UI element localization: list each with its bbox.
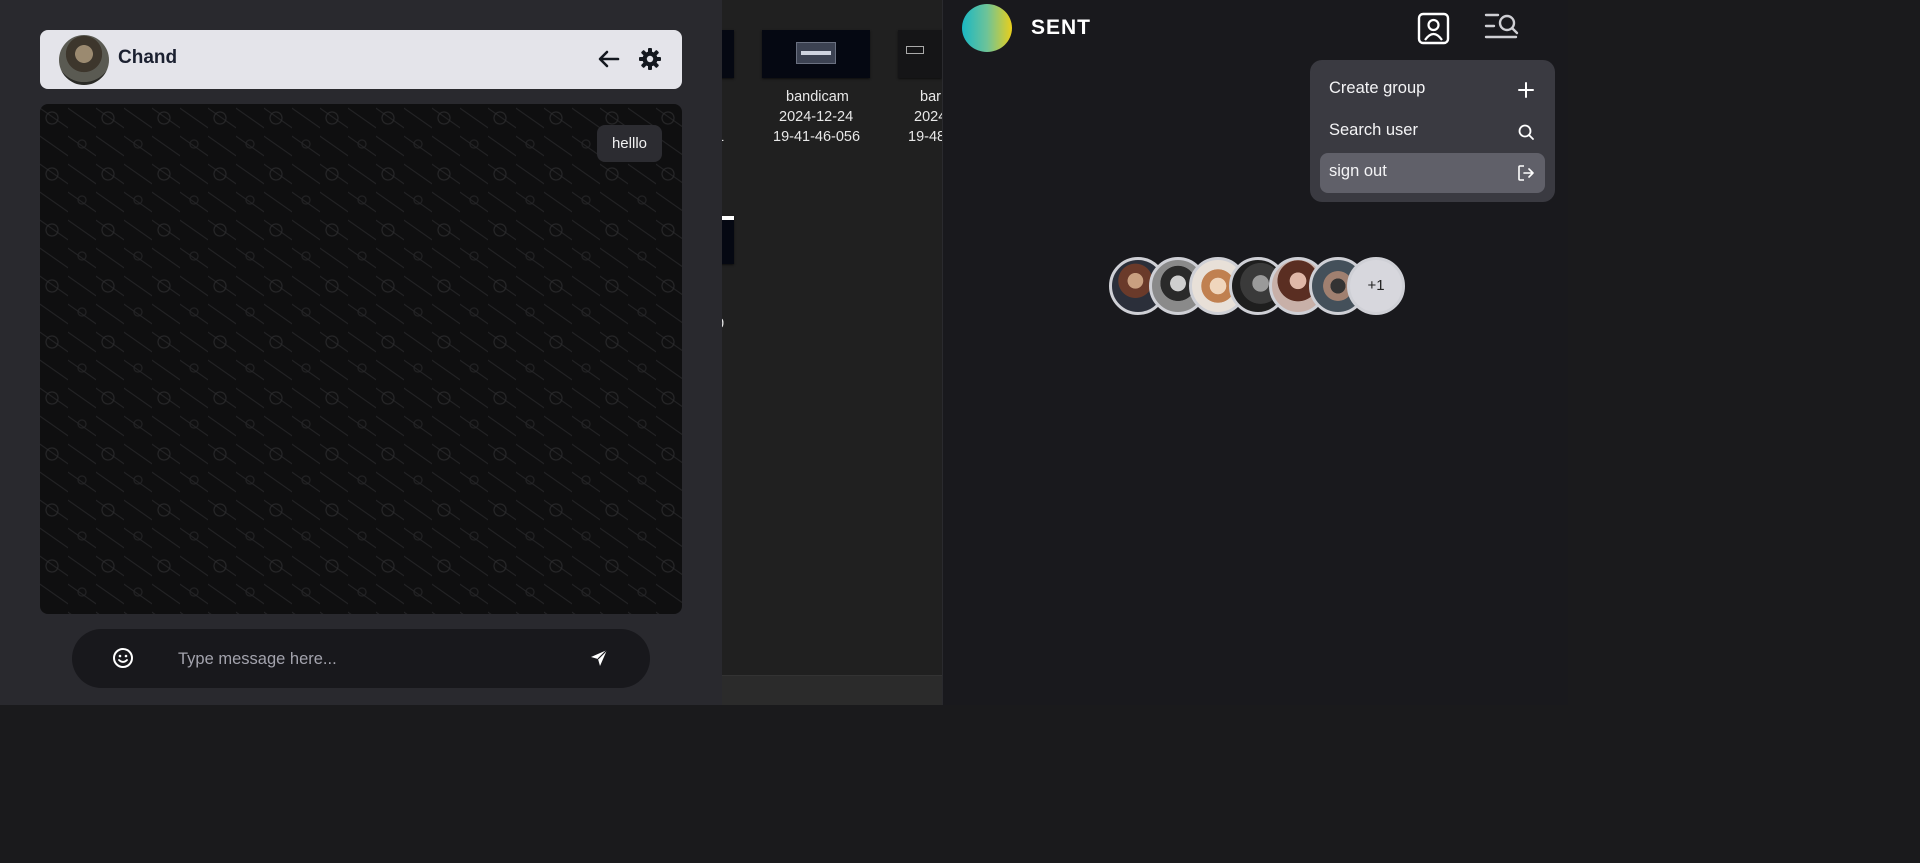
file-date: 2024 xyxy=(914,109,942,125)
chat-header: Chand xyxy=(40,30,682,89)
emoji-button[interactable] xyxy=(112,647,134,669)
menu-search-icon xyxy=(1484,13,1519,39)
menu-item-sign-out[interactable]: sign out xyxy=(1320,153,1545,193)
plus-icon xyxy=(1518,82,1534,98)
file-label-partial: 1 xyxy=(722,127,724,147)
sign-out-icon xyxy=(1518,165,1534,181)
back-button[interactable] xyxy=(596,46,622,72)
settings-button[interactable] xyxy=(638,47,662,71)
message-composer xyxy=(72,629,650,688)
thumbnail-dialog xyxy=(796,42,836,64)
file-thumbnail[interactable] xyxy=(722,30,734,78)
message-bubble: helllo xyxy=(596,125,662,162)
dropdown-menu: Create group Search user sign out xyxy=(1310,60,1555,202)
arrow-left-icon xyxy=(598,50,620,68)
explorer-status-bar xyxy=(722,675,942,705)
app-title: SENT xyxy=(1031,16,1092,39)
file-name: bandicam xyxy=(786,89,849,105)
file-date: 2024-12-24 xyxy=(779,109,854,125)
file-thumbnail-bandicam[interactable] xyxy=(762,30,870,78)
contact-avatar[interactable] xyxy=(59,35,109,85)
smiley-icon xyxy=(113,648,133,668)
profile-icon xyxy=(1417,12,1450,45)
chat-window: Chand helllo Type message here... xyxy=(0,0,722,705)
profile-button[interactable] xyxy=(1417,12,1450,45)
file-name: bar xyxy=(920,89,941,105)
group-avatar-stack[interactable]: +1 xyxy=(1109,257,1409,315)
paper-plane-icon xyxy=(591,649,608,666)
thumbnail-content xyxy=(906,46,924,54)
menu-item-label: sign out xyxy=(1329,162,1387,180)
menu-item-label: Search user xyxy=(1329,120,1418,139)
menu-button[interactable] xyxy=(1484,12,1520,42)
menu-item-search-user[interactable]: Search user xyxy=(1320,112,1545,152)
app-logo[interactable] xyxy=(962,4,1012,52)
file-time: 19-48 xyxy=(908,129,942,145)
search-icon xyxy=(1518,124,1534,140)
message-input[interactable] xyxy=(178,643,558,675)
gear-icon xyxy=(639,48,661,70)
menu-item-create-group[interactable]: Create group xyxy=(1320,70,1545,110)
menu-item-label: Create group xyxy=(1329,79,1426,97)
file-thumbnail[interactable] xyxy=(722,216,734,264)
file-explorer-window: 1 0 bandicam 2024-12-24 19-41-46-056 bar… xyxy=(722,0,942,705)
file-label-partial: 0 xyxy=(722,314,724,334)
file-time: 19-41-46-056 xyxy=(773,129,861,145)
send-button[interactable] xyxy=(589,648,609,668)
app-panel: SENT Create group Search user sign out +… xyxy=(942,0,1568,705)
more-members-badge: +1 xyxy=(1347,257,1405,315)
message-area[interactable]: helllo xyxy=(40,104,682,614)
contact-name: Chand xyxy=(118,47,178,68)
file-thumbnail-bar[interactable] xyxy=(898,30,942,78)
